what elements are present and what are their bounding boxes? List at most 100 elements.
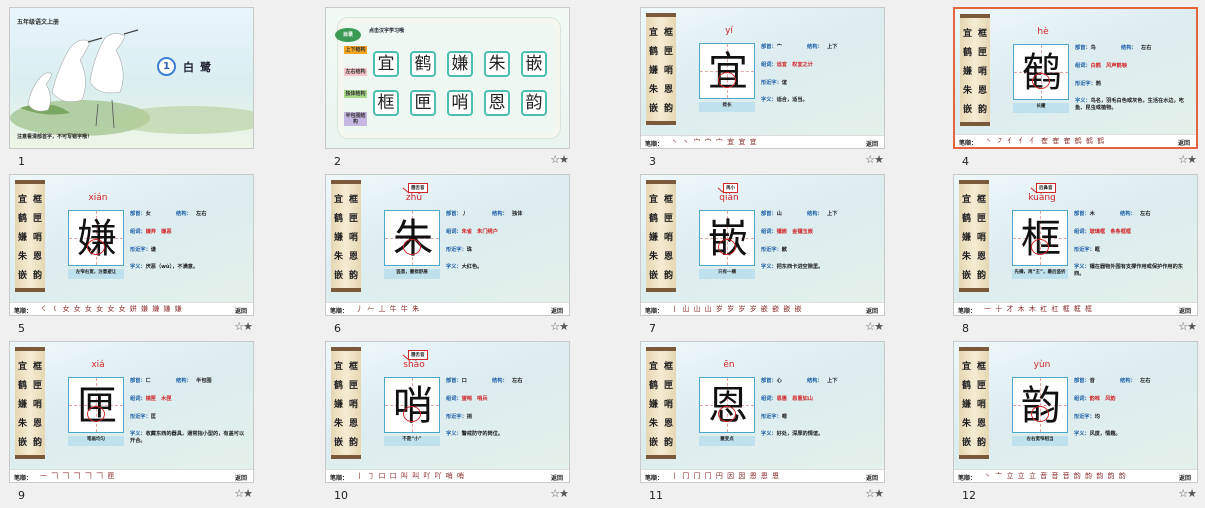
scroll-char[interactable]: 韵	[661, 101, 676, 114]
slide-thumbnail-7[interactable]: 宜框鹤匣嫌哨朱恩嵌韵 qiàn 嵌只有一横 再小 部首：山 结构： 上下 组词：镶嵌 金镶玉嵌…	[640, 174, 885, 341]
slide-preview[interactable]: 宜框鹤匣嫌哨朱恩嵌韵 kuàng 框先横，再“王”，最后竖折 后鼻音 部首：木 结构： 左右…	[953, 174, 1198, 316]
return-button[interactable]: 返回	[866, 473, 878, 482]
return-button[interactable]: 返回	[866, 306, 878, 315]
scroll-char[interactable]: 宜	[15, 192, 30, 205]
slide-preview[interactable]: 五年级语文上册 1 白鹭 注意看清部首字，不可写错字哦！	[9, 7, 254, 149]
scroll-char[interactable]: 匣	[346, 378, 361, 391]
scroll-char[interactable]: 韵	[975, 102, 990, 115]
scroll-char[interactable]: 韵	[30, 268, 45, 281]
slide-thumbnail-11[interactable]: 宜框鹤匣嫌哨朱恩嵌韵 ēn 恩撇变点 部首：心 结构： 上下 组词：恩惠 恩重如山 形近字：嗯…	[640, 341, 885, 508]
scroll-char[interactable]: 鹤	[959, 378, 974, 391]
scroll-char[interactable]: 朱	[15, 249, 30, 262]
scroll-char[interactable]: 朱	[959, 249, 974, 262]
slide-preview[interactable]: 宜框鹤匣嫌哨朱恩嵌韵 yùn 韵左右宽窄相当 部首：音 结构： 左右 组词：韵味 风韵 形近字…	[953, 341, 1198, 483]
scroll-char[interactable]: 框	[346, 192, 361, 205]
scroll-char[interactable]: 朱	[331, 416, 346, 429]
scroll-char[interactable]: 韵	[974, 268, 989, 281]
return-button[interactable]: 返回	[235, 473, 247, 482]
scroll-char[interactable]: 宜	[960, 26, 975, 39]
scroll-char[interactable]: 哨	[30, 230, 45, 243]
slide-thumbnail-6[interactable]: 宜框鹤匣嫌哨朱恩嵌韵 zhū 朱竖直，撇捺舒展 翘舌音 部首：丿 结构： 独体 组词：朱雀 朱…	[325, 174, 570, 341]
scroll-char[interactable]: 框	[974, 359, 989, 372]
scroll-char[interactable]: 韵	[974, 435, 989, 448]
scroll-char[interactable]: 宜	[15, 359, 30, 372]
return-button[interactable]: 返回	[1179, 473, 1191, 482]
scroll-char[interactable]: 嵌	[960, 102, 975, 115]
scroll-char[interactable]: 匣	[974, 211, 989, 224]
scroll-char[interactable]: 框	[346, 359, 361, 372]
slide-preview[interactable]: 宜框鹤匣嫌哨朱恩嵌韵 zhū 朱竖直，撇捺舒展 翘舌音 部首：丿 结构： 独体 组词：朱雀 朱…	[325, 174, 570, 316]
char-link-匣[interactable]: 匣	[410, 90, 436, 116]
char-link-哨[interactable]: 哨	[447, 90, 473, 116]
scroll-char[interactable]: 匣	[346, 211, 361, 224]
scroll-char[interactable]: 朱	[646, 82, 661, 95]
scroll-char[interactable]: 匣	[661, 211, 676, 224]
scroll-char[interactable]: 鹤	[646, 378, 661, 391]
return-button[interactable]: 返回	[1178, 138, 1190, 147]
return-button[interactable]: 返回	[1179, 306, 1191, 315]
slide-thumbnail-9[interactable]: 宜框鹤匣嫌哨朱恩嵌韵 xiá 匣笔画均匀 部首：匚 结构： 半包围 组词：镜匣 木匣 形近字：…	[9, 341, 254, 508]
scroll-char[interactable]: 框	[661, 25, 676, 38]
scroll-char[interactable]: 朱	[959, 416, 974, 429]
scroll-char[interactable]: 恩	[346, 416, 361, 429]
scroll-char[interactable]: 哨	[975, 64, 990, 77]
scroll-char[interactable]: 匣	[30, 211, 45, 224]
slide-thumbnail-2[interactable]: 目录 点击汉字学习哦 上下结构 左右结构 独体结构 半包围结构 宜鹤嫌朱嵌框匣哨恩韵 2 ☆★	[325, 7, 570, 174]
scroll-char[interactable]: 嵌	[15, 268, 30, 281]
scroll-char[interactable]: 鹤	[15, 211, 30, 224]
scroll-char[interactable]: 韵	[661, 435, 676, 448]
scroll-char[interactable]: 朱	[646, 416, 661, 429]
scroll-char[interactable]: 嵌	[15, 435, 30, 448]
scroll-char[interactable]: 嫌	[960, 64, 975, 77]
scroll-char[interactable]: 宜	[959, 359, 974, 372]
scroll-char[interactable]: 恩	[346, 249, 361, 262]
slide-thumbnail-1[interactable]: 五年级语文上册 1 白鹭 注意看清部首字，不可写错字哦！ 1	[9, 7, 254, 174]
slide-thumbnail-12[interactable]: 宜框鹤匣嫌哨朱恩嵌韵 yùn 韵左右宽窄相当 部首：音 结构： 左右 组词：韵味 风韵 形近字…	[953, 341, 1198, 508]
slide-thumbnail-10[interactable]: 宜框鹤匣嫌哨朱恩嵌韵 shào 哨不是“小” 翘舌音 部首：口 结构： 左右 组词：望哨 哨兵…	[325, 341, 570, 508]
scroll-char[interactable]: 嵌	[646, 435, 661, 448]
scroll-char[interactable]: 朱	[960, 83, 975, 96]
scroll-char[interactable]: 嵌	[331, 435, 346, 448]
scroll-char[interactable]: 框	[661, 192, 676, 205]
return-button[interactable]: 返回	[866, 139, 878, 148]
scroll-char[interactable]: 鹤	[646, 44, 661, 57]
scroll-char[interactable]: 嫌	[646, 397, 661, 410]
scroll-char[interactable]: 嵌	[959, 268, 974, 281]
scroll-char[interactable]: 匣	[975, 45, 990, 58]
scroll-char[interactable]: 嵌	[331, 268, 346, 281]
scroll-char[interactable]: 嵌	[646, 101, 661, 114]
scroll-char[interactable]: 嫌	[15, 230, 30, 243]
scroll-char[interactable]: 朱	[646, 249, 661, 262]
scroll-char[interactable]: 鹤	[646, 211, 661, 224]
scroll-char[interactable]: 韵	[346, 268, 361, 281]
slide-preview[interactable]: 宜框鹤匣嫌哨朱恩嵌韵 qiàn 嵌只有一横 再小 部首：山 结构： 上下 组词：镶嵌 金镶玉嵌…	[640, 174, 885, 316]
return-button[interactable]: 返回	[551, 306, 563, 315]
scroll-char[interactable]: 哨	[346, 230, 361, 243]
scroll-char[interactable]: 嫌	[646, 63, 661, 76]
scroll-char[interactable]: 韵	[661, 268, 676, 281]
scroll-char[interactable]: 嫌	[15, 397, 30, 410]
scroll-char[interactable]: 匣	[974, 378, 989, 391]
scroll-char[interactable]: 宜	[331, 192, 346, 205]
scroll-char[interactable]: 恩	[661, 249, 676, 262]
scroll-char[interactable]: 框	[974, 192, 989, 205]
scroll-char[interactable]: 恩	[975, 83, 990, 96]
scroll-char[interactable]: 恩	[30, 249, 45, 262]
scroll-char[interactable]: 宜	[331, 359, 346, 372]
return-button[interactable]: 返回	[235, 306, 247, 315]
scroll-char[interactable]: 嫌	[331, 230, 346, 243]
scroll-char[interactable]: 韵	[30, 435, 45, 448]
scroll-char[interactable]: 哨	[346, 397, 361, 410]
scroll-char[interactable]: 鹤	[331, 378, 346, 391]
scroll-char[interactable]: 框	[975, 26, 990, 39]
slide-preview[interactable]: 宜框鹤匣嫌哨朱恩嵌韵 ēn 恩撇变点 部首：心 结构： 上下 组词：恩惠 恩重如山 形近字：嗯…	[640, 341, 885, 483]
scroll-char[interactable]: 嵌	[646, 268, 661, 281]
scroll-char[interactable]: 韵	[346, 435, 361, 448]
char-link-鹤[interactable]: 鹤	[410, 51, 436, 77]
slide-thumbnail-5[interactable]: 宜框鹤匣嫌哨朱恩嵌韵 xián 嫌左窄右宽，注意避让 部首：女 结构： 左右 组词：嫌弃 嫌…	[9, 174, 254, 341]
slide-preview[interactable]: 宜框鹤匣嫌哨朱恩嵌韵 yí 宜捺长 部首：宀 结构： 上下 组词：适宜 权宜之计 形近字：谊字…	[640, 7, 885, 149]
scroll-char[interactable]: 鹤	[331, 211, 346, 224]
char-link-韵[interactable]: 韵	[521, 90, 547, 116]
scroll-char[interactable]: 哨	[974, 397, 989, 410]
scroll-char[interactable]: 框	[30, 359, 45, 372]
